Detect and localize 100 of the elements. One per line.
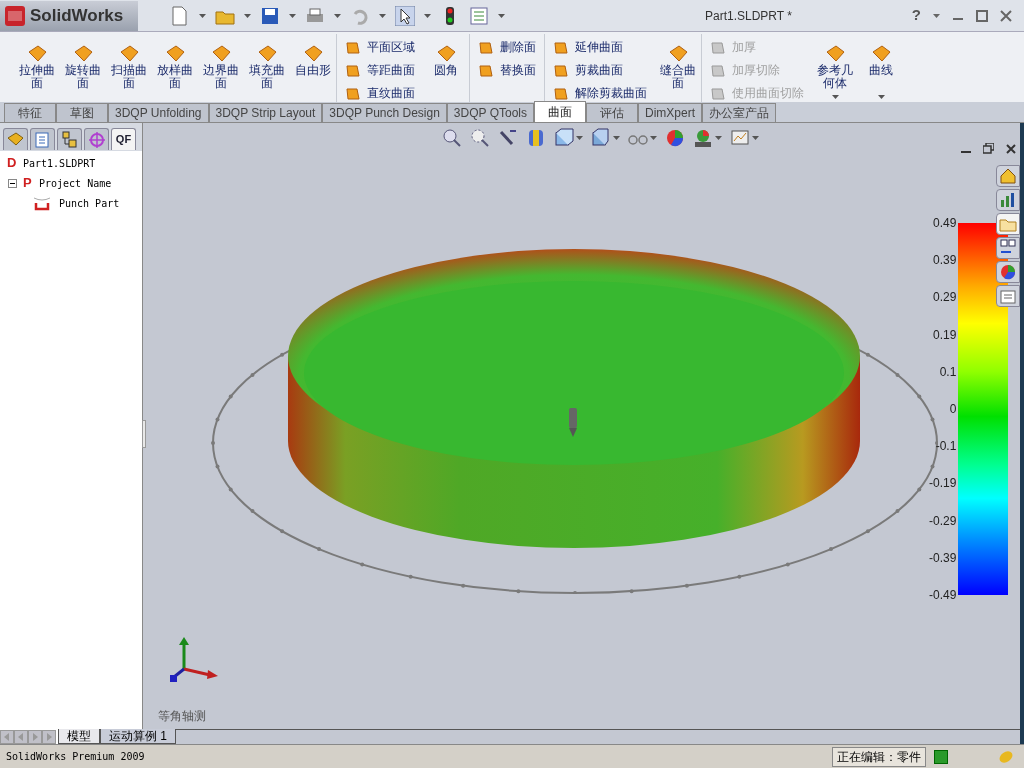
previous-view-icon[interactable] <box>498 128 518 148</box>
display-style-icon[interactable] <box>591 128 611 148</box>
ribbon-button[interactable]: 解除剪裁曲面 <box>553 83 647 102</box>
save-icon[interactable] <box>260 5 280 26</box>
caret-icon[interactable] <box>424 13 431 18</box>
sheet-tab[interactable]: 模型 <box>58 729 100 744</box>
zoom-area-icon[interactable] <box>470 128 490 148</box>
ribbon-button[interactable]: 填充曲面 <box>244 34 290 102</box>
new-document-icon[interactable] <box>170 5 190 26</box>
panel-tab[interactable]: QF <box>111 128 136 150</box>
ribbon-tab[interactable]: 特征 <box>4 103 56 122</box>
scale-tick-label: -0.29 <box>929 514 957 527</box>
collapse-icon[interactable] <box>8 178 17 188</box>
close-icon[interactable] <box>1006 143 1016 154</box>
ribbon-button[interactable]: 延伸曲面 <box>553 37 647 56</box>
shape-icon <box>256 44 278 64</box>
caret-icon[interactable] <box>289 13 296 18</box>
caret-icon[interactable] <box>244 13 251 18</box>
task-pane-tab[interactable] <box>996 213 1020 235</box>
caret-icon[interactable] <box>877 95 885 99</box>
ribbon-button[interactable]: 替换面 <box>478 60 536 79</box>
ribbon-button[interactable]: 放样曲面 <box>152 34 198 102</box>
panel-tab[interactable] <box>3 128 28 150</box>
scene-icon[interactable] <box>693 128 713 148</box>
ribbon-button[interactable]: 旋转曲面 <box>60 34 106 102</box>
ribbon-tab[interactable]: 草图 <box>56 103 108 122</box>
shape-icon <box>870 44 892 64</box>
ribbon-button[interactable]: 拉伸曲面 <box>14 34 60 102</box>
ribbon-button[interactable]: 边界曲面 <box>198 34 244 102</box>
zoom-fit-icon[interactable] <box>442 128 462 148</box>
app-name: SolidWorks <box>30 4 124 27</box>
crosshair-icon <box>86 129 107 150</box>
ribbon-button[interactable]: 剪裁曲面 <box>553 60 647 79</box>
tree-item[interactable]: Project Name <box>39 175 112 191</box>
caret-icon[interactable] <box>613 136 620 140</box>
display-pane-icon[interactable] <box>730 128 750 148</box>
caret-icon[interactable] <box>831 95 839 99</box>
ribbon-button[interactable]: 自由形 <box>290 34 336 102</box>
scale-tick-label: 0.29 <box>933 291 957 304</box>
caret-icon[interactable] <box>334 13 341 18</box>
panel-tab[interactable] <box>30 128 55 150</box>
help-button[interactable]: ? <box>911 4 921 27</box>
tree-item[interactable]: Punch Part <box>59 195 120 211</box>
ribbon-button[interactable]: 等距曲面 <box>345 60 415 79</box>
shape-icon <box>118 44 140 64</box>
ribbon-button[interactable]: 参考几何体 <box>812 34 858 102</box>
app-logo[interactable]: SolidWorks <box>0 0 138 31</box>
ribbon-tab[interactable]: 3DQP Unfolding <box>108 103 209 122</box>
options-list-icon[interactable] <box>469 5 489 26</box>
help-status-icon[interactable] <box>934 749 948 764</box>
scale-tick-label: 0.19 <box>933 328 957 341</box>
panel-tab[interactable] <box>84 128 109 150</box>
caret-icon[interactable] <box>650 136 657 140</box>
tree-node-letter: D <box>7 154 17 173</box>
scale-tick-label: 0.49 <box>933 217 957 229</box>
task-pane-tab[interactable] <box>996 189 1020 211</box>
ribbon-tab[interactable]: 3DQP QTools <box>446 103 534 122</box>
ribbon-button[interactable]: 直纹曲面 <box>345 83 415 102</box>
shape-icon <box>667 44 689 64</box>
window-title: Part1.SLDPRT * <box>705 7 792 25</box>
pointer-icon[interactable] <box>395 5 415 26</box>
close-icon[interactable] <box>1000 9 1012 22</box>
shape-icon <box>302 44 324 64</box>
ribbon-button[interactable]: 平面区域 <box>345 37 415 56</box>
ribbon-button[interactable]: 扫描曲面 <box>106 34 152 102</box>
scale-tick-label: 0 <box>949 402 957 415</box>
caret-icon[interactable] <box>498 13 505 18</box>
tree-node-letter: P <box>23 174 33 193</box>
scale-tick-label: -0.49 <box>929 588 957 601</box>
view-orientation-icon[interactable] <box>554 128 574 148</box>
ribbon-button[interactable]: 删除面 <box>478 37 536 56</box>
tree-item[interactable]: Part1.SLDPRT <box>23 155 96 171</box>
shape-icon <box>164 44 186 64</box>
ribbon-tab[interactable]: DimXpert <box>638 103 703 122</box>
task-pane-tab[interactable] <box>996 261 1020 283</box>
ribbon-button[interactable]: 缝合曲面 <box>655 34 701 102</box>
ribbon-tab[interactable]: 办公室产品 <box>702 103 777 122</box>
panel-tab[interactable] <box>57 128 82 150</box>
caret-icon[interactable] <box>933 13 940 18</box>
ribbon-tab[interactable]: 3DQP Punch Design <box>322 103 447 122</box>
task-pane-tab[interactable] <box>996 165 1020 187</box>
caret-icon[interactable] <box>752 136 759 140</box>
task-pane-tab[interactable] <box>996 237 1020 259</box>
ribbon-tab[interactable]: 评估 <box>586 103 638 122</box>
ribbon-tab[interactable]: 曲面 <box>534 101 586 122</box>
caret-icon[interactable] <box>576 136 583 140</box>
task-pane-tab[interactable] <box>996 285 1020 307</box>
sheet-tab[interactable]: 运动算例 1 <box>100 729 176 744</box>
ribbon-button[interactable]: 圆角 <box>423 34 469 102</box>
appearance-ball-icon[interactable] <box>665 128 685 148</box>
caret-icon[interactable] <box>379 13 386 18</box>
restore-icon[interactable] <box>983 143 994 154</box>
ribbon-button[interactable]: 曲线 <box>858 34 904 102</box>
maximize-icon[interactable] <box>976 9 988 22</box>
caret-icon[interactable] <box>715 136 722 140</box>
ribbon-tab[interactable]: 3DQP Strip Layout <box>208 103 323 122</box>
caret-icon[interactable] <box>199 13 206 18</box>
cursor-pin-icon <box>567 406 579 438</box>
splitter-handle[interactable] <box>142 419 146 448</box>
section-view-icon[interactable] <box>526 128 546 148</box>
